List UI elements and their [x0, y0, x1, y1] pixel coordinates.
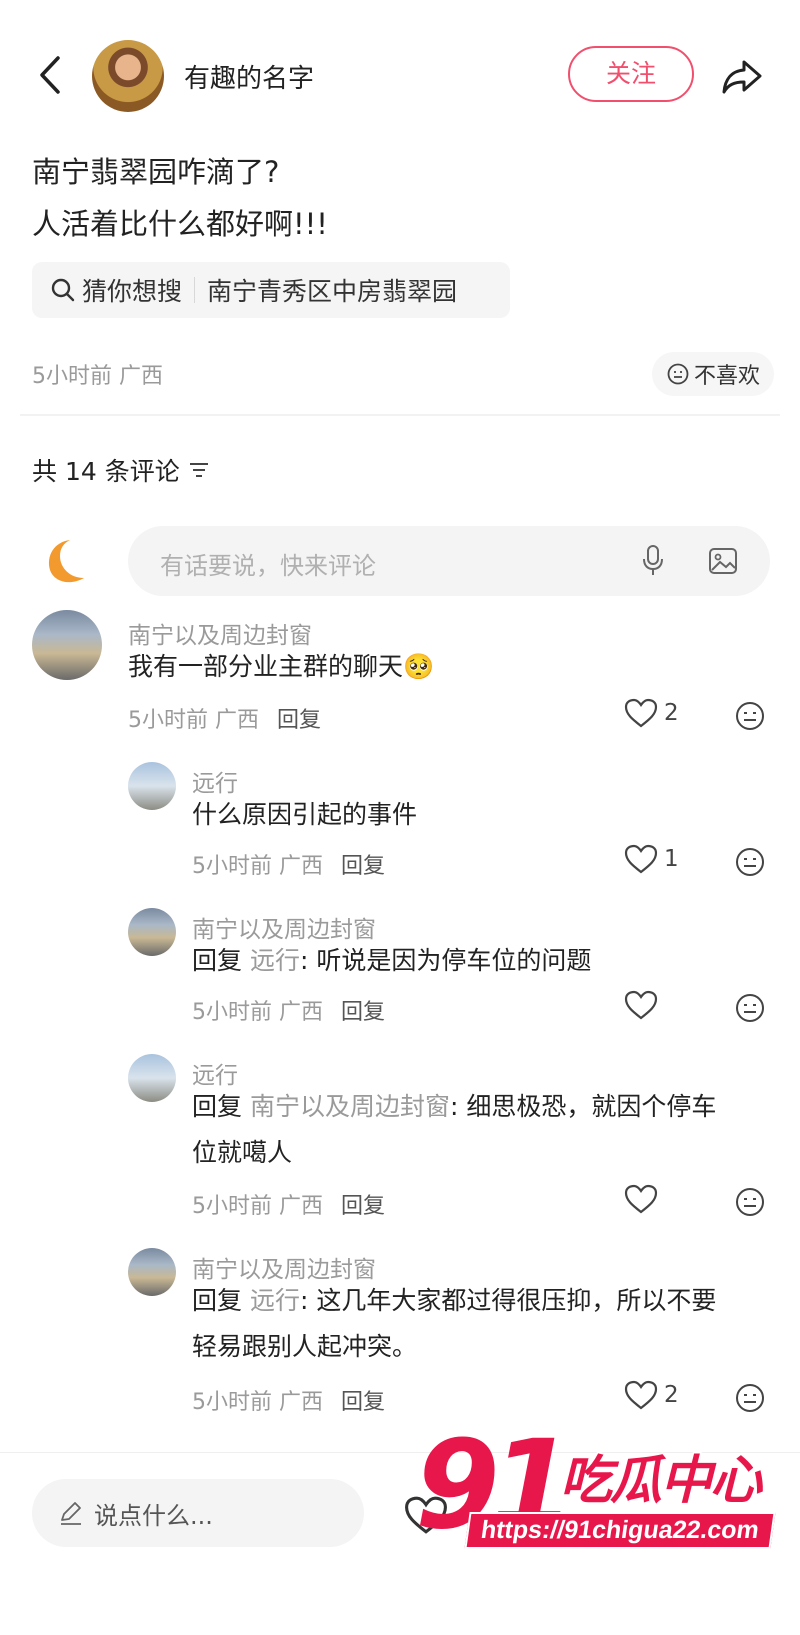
comment-meta: 5小时前 广西 回复: [192, 1188, 385, 1220]
post-content: 南宁翡翠园咋滴了? 人活着比什么都好啊!!!: [32, 146, 328, 250]
reply-to-user[interactable]: 南宁以及周边封窗: [250, 1092, 450, 1121]
comment-time-location: 5小时前 广西: [192, 1000, 323, 1025]
author-avatar[interactable]: [92, 40, 164, 112]
comment-text-line2: 位就噶人: [192, 1138, 293, 1167]
comment-text: 我有一部分业主群的聊天🥺: [128, 652, 435, 681]
comment-text: 回复 南宁以及周边封窗: 细思极恐，就因个停车: [192, 1084, 716, 1130]
comment-input[interactable]: 有话要说，快来评论: [128, 526, 770, 596]
heart-icon: [624, 1380, 658, 1410]
reply-item: 远行 什么原因引起的事件 5小时前 广西 回复 1: [0, 758, 800, 898]
like-button[interactable]: 1: [624, 844, 679, 874]
comment-meta: 5小时前 广西 回复: [128, 702, 321, 734]
reply-button[interactable]: 回复: [341, 1194, 385, 1219]
comment-meta: 5小时前 广西 回复: [192, 848, 385, 880]
reply-item: 远行 回复 南宁以及周边封窗: 细思极恐，就因个停车 位就噶人 5小时前 广西回…: [0, 1050, 800, 1236]
reply-body: : 这几年大家都过得很压抑，所以不要: [299, 1286, 717, 1315]
commenter-avatar[interactable]: [128, 1054, 176, 1102]
heart-icon: [624, 990, 658, 1020]
reply-body: : 听说是因为停车位的问题: [299, 946, 592, 975]
search-icon: [51, 278, 75, 302]
like-button[interactable]: 2: [624, 1380, 679, 1410]
comment-meta: 5小时前 广西 回复: [192, 1384, 385, 1416]
reply-prefix: 回复: [192, 1286, 243, 1315]
post-header: 有趣的名字 关注: [0, 0, 800, 150]
commenter-avatar[interactable]: [128, 1248, 176, 1296]
pencil-icon: [61, 1502, 81, 1525]
comment-text: 回复 远行: 这几年大家都过得很压抑，所以不要: [192, 1278, 716, 1324]
commenter-avatar[interactable]: [128, 762, 176, 810]
dislike-face-icon[interactable]: [734, 1186, 766, 1218]
commenter-avatar[interactable]: [128, 908, 176, 956]
back-arrow-icon[interactable]: [30, 50, 70, 100]
dislike-face-icon[interactable]: [734, 992, 766, 1024]
like-count: 2: [664, 1382, 679, 1408]
reply-prefix: 回复: [192, 946, 243, 975]
microphone-icon[interactable]: [640, 544, 666, 578]
like-count: 2: [664, 700, 679, 726]
comment-time-location: 5小时前 广西: [192, 854, 323, 879]
dislike-face-icon[interactable]: [734, 846, 766, 878]
comment-time-location: 5小时前 广西: [192, 1390, 323, 1415]
image-icon[interactable]: [708, 546, 738, 576]
comment-text: 什么原因引起的事件: [192, 800, 418, 829]
comment-text-line2: 轻易跟别人起冲突。: [192, 1332, 418, 1361]
watermark-url: https://91chigua22.com: [464, 1512, 776, 1549]
heart-icon: [624, 844, 658, 874]
watermark-logo: 91 吃瓜中心 https://91chigua22.com: [415, 1420, 790, 1570]
comment-count[interactable]: 共 14 条评论: [32, 452, 210, 488]
reply-button[interactable]: 回复: [341, 1000, 385, 1025]
search-suggestion-chip[interactable]: 猜你想搜 南宁青秀区中房翡翠园: [32, 262, 510, 318]
reply-button[interactable]: 回复: [341, 1390, 385, 1415]
comment-count-label: 共 14 条评论: [32, 457, 180, 486]
comment-input-placeholder: 有话要说，快来评论: [160, 552, 376, 580]
share-icon[interactable]: [718, 52, 766, 100]
reply-body: : 细思极恐，就因个停车: [449, 1092, 717, 1121]
user-avatar-moon-icon: [48, 540, 84, 583]
follow-button[interactable]: 关注: [568, 46, 694, 102]
say-something-placeholder: 说点什么...: [94, 1501, 213, 1530]
author-name[interactable]: 有趣的名字: [184, 58, 314, 95]
reply-button[interactable]: 回复: [341, 854, 385, 879]
comment-time-location: 5小时前 广西: [128, 708, 259, 733]
reply-item: 南宁以及周边封窗 回复 远行: 这几年大家都过得很压抑，所以不要 轻易跟别人起冲…: [0, 1244, 800, 1444]
comment-item: 南宁以及周边封窗 我有一部分业主群的聊天🥺 5小时前 广西 回复 2: [0, 610, 800, 750]
post-meta: 5小时前 广西: [32, 364, 163, 389]
watermark-brand: 吃瓜中心: [558, 1450, 763, 1513]
reply-prefix: 回复: [192, 1092, 243, 1121]
neutral-face-icon: [667, 363, 689, 385]
heart-icon: [624, 1184, 658, 1214]
dislike-face-icon[interactable]: [734, 700, 766, 732]
commenter-avatar[interactable]: [32, 610, 102, 680]
reply-button[interactable]: 回复: [277, 708, 321, 733]
comment-time-location: 5小时前 广西: [192, 1194, 323, 1219]
sort-icon: [189, 463, 208, 477]
post-line: 人活着比什么都好啊!!!: [32, 207, 328, 241]
heart-icon: [624, 698, 658, 728]
like-button[interactable]: 2: [624, 698, 679, 728]
say-something-input[interactable]: 说点什么...: [32, 1479, 364, 1547]
reply-item: 南宁以及周边封窗 回复 远行: 听说是因为停车位的问题 5小时前 广西 回复: [0, 904, 800, 1044]
search-chip-label: 猜你想搜: [82, 277, 183, 306]
post-line: 南宁翡翠园咋滴了?: [32, 155, 280, 189]
search-chip-query: 南宁青秀区中房翡翠园: [207, 277, 458, 306]
like-button[interactable]: [624, 990, 664, 1020]
like-button[interactable]: [624, 1184, 664, 1214]
chip-divider: [194, 277, 196, 303]
reply-to-user[interactable]: 远行: [250, 946, 300, 975]
dislike-face-icon[interactable]: [734, 1382, 766, 1414]
like-count: 1: [664, 846, 679, 872]
reply-to-user[interactable]: 远行: [250, 1286, 300, 1315]
comment-meta: 5小时前 广西 回复: [192, 994, 385, 1026]
section-divider: [20, 414, 780, 416]
dislike-label: 不喜欢: [694, 364, 761, 389]
comment-text: 回复 远行: 听说是因为停车位的问题: [192, 938, 591, 984]
dislike-button[interactable]: 不喜欢: [652, 352, 775, 396]
